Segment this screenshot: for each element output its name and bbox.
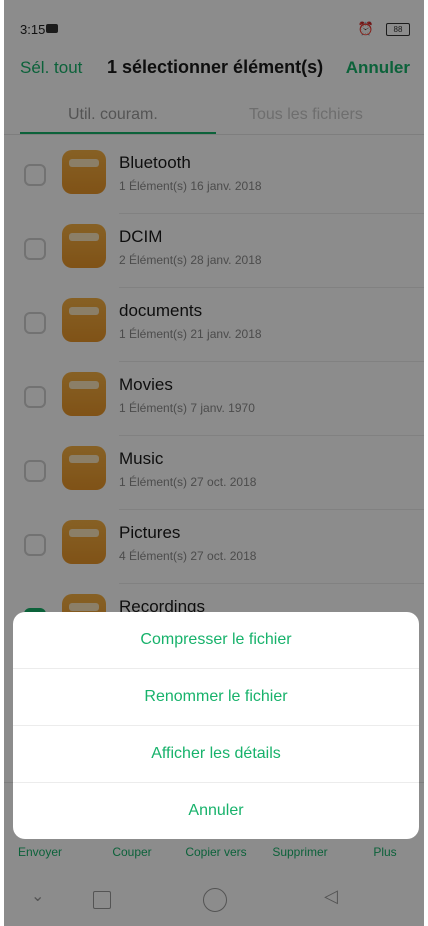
action-sheet: Compresser le fichier Renommer le fichie… — [13, 612, 419, 839]
rename-file-option[interactable]: Renommer le fichier — [13, 669, 419, 725]
compress-file-option[interactable]: Compresser le fichier — [13, 612, 419, 668]
cancel-sheet-button[interactable]: Annuler — [13, 783, 419, 839]
file-manager-screen: 3:15 ⏰ 88 Sél. tout 1 sélectionner éléme… — [4, 0, 424, 926]
show-details-option[interactable]: Afficher les détails — [13, 726, 419, 782]
